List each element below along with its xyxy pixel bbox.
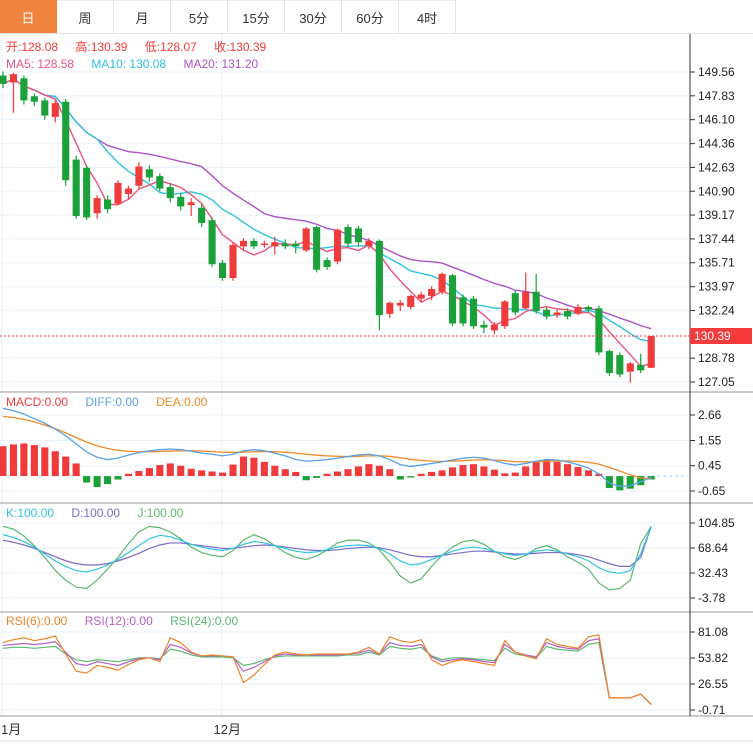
tab-day[interactable]: 日	[0, 0, 57, 33]
tab-bar-filler	[456, 0, 753, 33]
ma10-value: MA10: 130.08	[91, 57, 167, 71]
svg-text:2.66: 2.66	[698, 408, 722, 422]
svg-text:149.56: 149.56	[698, 65, 735, 79]
svg-text:-0.71: -0.71	[698, 703, 726, 717]
ohlc-readout: 开:128.08 高:130.39 低:128.07 收:130.39	[6, 38, 280, 55]
svg-text:142.63: 142.63	[698, 160, 735, 174]
last-price-badge: 130.39	[690, 328, 752, 344]
ma5-value: MA5: 128.58	[6, 57, 75, 71]
svg-text:104.85: 104.85	[698, 516, 735, 530]
tab-15min[interactable]: 15分	[228, 0, 285, 33]
diff-value: DIFF:0.00	[85, 395, 139, 409]
rsi6-value: RSI(6):0.00	[6, 614, 68, 628]
j-value: J:100.00	[137, 506, 184, 520]
svg-text:81.08: 81.08	[698, 625, 728, 639]
open-value: 开:128.08	[6, 40, 59, 54]
svg-text:144.36: 144.36	[698, 137, 735, 151]
svg-text:-3.78: -3.78	[698, 591, 726, 605]
svg-text:12月: 12月	[214, 722, 241, 737]
svg-text:128.78: 128.78	[698, 351, 735, 365]
low-value: 低:128.07	[144, 40, 197, 54]
svg-text:1月: 1月	[1, 722, 21, 737]
svg-text:53.82: 53.82	[698, 651, 728, 665]
svg-text:26.55: 26.55	[698, 677, 728, 691]
rsi-readout: RSI(6):0.00 RSI(12):0.00 RSI(24):0.00	[6, 614, 252, 628]
svg-text:147.83: 147.83	[698, 89, 735, 103]
chart-canvas[interactable]: 1月 12月 149.56 147.83 146.10 144.36 142.63 140.9…	[0, 0, 753, 746]
rsi12-value: RSI(12):0.00	[84, 614, 153, 628]
tab-month[interactable]: 月	[114, 0, 171, 33]
tab-30min[interactable]: 30分	[285, 0, 342, 33]
tab-4hour[interactable]: 4时	[399, 0, 456, 33]
svg-text:132.24: 132.24	[698, 304, 735, 318]
svg-text:32.43: 32.43	[698, 566, 728, 580]
svg-text:140.90: 140.90	[698, 184, 735, 198]
svg-text:135.71: 135.71	[698, 256, 735, 270]
close-value: 收:130.39	[214, 40, 267, 54]
kdj-readout: K:100.00 D:100.00 J:100.00	[6, 506, 197, 520]
svg-text:127.05: 127.05	[698, 375, 735, 389]
svg-text:137.44: 137.44	[698, 232, 735, 246]
ma20-value: MA20: 131.20	[183, 57, 259, 71]
tab-60min[interactable]: 60分	[342, 0, 399, 33]
svg-text:1.55: 1.55	[698, 433, 722, 447]
macd-value: MACD:0.00	[6, 395, 69, 409]
svg-text:0.45: 0.45	[698, 459, 722, 473]
rsi24-value: RSI(24):0.00	[170, 614, 239, 628]
dea-value: DEA:0.00	[156, 395, 208, 409]
tab-week[interactable]: 周	[57, 0, 114, 33]
stock-chart-app: 日 周 月 5分 15分 30分 60分 4时 1月 12月 149.56 147.8…	[0, 0, 753, 746]
svg-text:-0.65: -0.65	[698, 484, 726, 498]
svg-text:146.10: 146.10	[698, 113, 735, 127]
high-value: 高:130.39	[75, 40, 128, 54]
svg-text:68.64: 68.64	[698, 541, 728, 555]
tab-5min[interactable]: 5分	[171, 0, 228, 33]
ma-readout: MA5: 128.58 MA10: 130.08 MA20: 131.20	[6, 57, 272, 71]
k-value: K:100.00	[6, 506, 55, 520]
svg-text:139.17: 139.17	[698, 208, 735, 222]
svg-text:133.97: 133.97	[698, 280, 735, 294]
macd-readout: MACD:0.00 DIFF:0.00 DEA:0.00	[6, 395, 221, 409]
timeframe-tab-bar: 日 周 月 5分 15分 30分 60分 4时	[0, 0, 753, 34]
d-value: D:100.00	[71, 506, 121, 520]
